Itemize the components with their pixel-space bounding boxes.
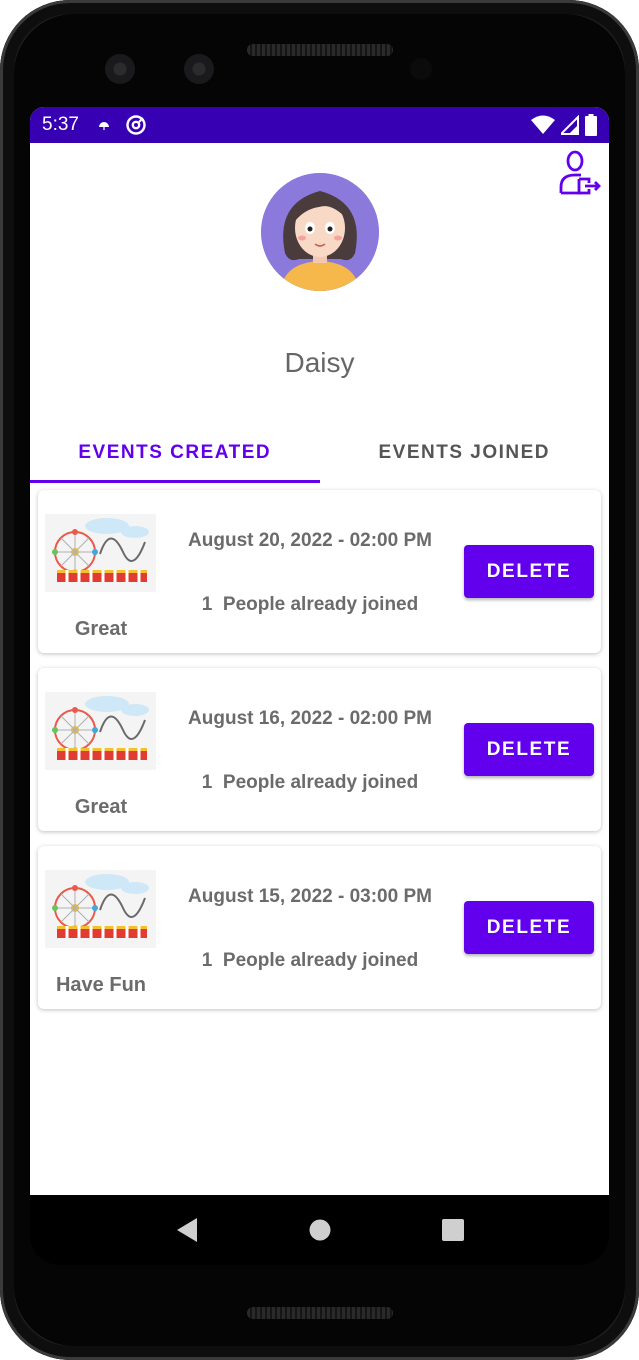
event-name: Great xyxy=(74,796,128,818)
at-sign-icon xyxy=(126,115,146,135)
event-card[interactable]: Have Fun August 15, 2022 - 03:00 PM 1 Pe… xyxy=(38,846,601,1009)
event-date: August 16, 2022 - 02:00 PM xyxy=(188,708,432,729)
home-icon[interactable] xyxy=(300,1210,340,1250)
event-joined-text: 1 People already joined xyxy=(178,950,442,972)
avatar-illustration xyxy=(261,173,379,291)
signal-icon xyxy=(561,115,579,135)
joined-count: 1 xyxy=(201,594,213,615)
back-icon[interactable] xyxy=(167,1210,207,1250)
event-joined-text: 1 People already joined xyxy=(178,772,442,794)
tab-events-joined[interactable]: EVENTS JOINED xyxy=(320,423,610,483)
profile-username: Daisy xyxy=(284,347,355,378)
amusement-park-image xyxy=(45,514,156,592)
status-right-icons xyxy=(531,114,597,136)
event-card[interactable]: Great August 16, 2022 - 02:00 PM 1 Peopl… xyxy=(38,668,601,831)
avatar xyxy=(261,173,379,291)
proximity-sensor xyxy=(410,58,432,80)
battery-icon xyxy=(585,114,597,136)
event-card[interactable]: Great August 20, 2022 - 02:00 PM 1 Peopl… xyxy=(38,490,601,653)
status-bar: 5:37 xyxy=(30,107,609,143)
bottom-speaker xyxy=(247,1307,393,1319)
top-speaker xyxy=(247,44,393,56)
amusement-park-image xyxy=(45,692,156,770)
camera-icon xyxy=(184,54,214,84)
system-navigation-bar xyxy=(30,1195,609,1265)
camera-icon xyxy=(105,54,135,84)
joined-label: People already joined xyxy=(222,950,419,971)
status-left-icons xyxy=(97,114,147,136)
event-date: August 20, 2022 - 02:00 PM xyxy=(188,530,432,551)
recents-icon[interactable] xyxy=(433,1210,473,1250)
tab-bar: EVENTS CREATED EVENTS JOINED xyxy=(30,423,609,483)
weather-icon xyxy=(98,122,109,130)
joined-label: People already joined xyxy=(222,594,419,615)
tab-events-created[interactable]: EVENTS CREATED xyxy=(30,423,320,483)
event-name: Great xyxy=(74,618,128,640)
joined-count: 1 xyxy=(201,772,213,793)
wifi-icon xyxy=(531,115,555,134)
delete-button[interactable]: DELETE xyxy=(464,545,594,598)
joined-label: People already joined xyxy=(222,772,419,793)
app-screen: 5:37 Daisy EVENTS CREATED EVENTS JOINED … xyxy=(30,107,609,1195)
user-logout-icon[interactable] xyxy=(557,149,601,197)
event-date: August 15, 2022 - 03:00 PM xyxy=(188,886,432,907)
joined-count: 1 xyxy=(201,950,213,971)
delete-button[interactable]: DELETE xyxy=(464,723,594,776)
event-name: Have Fun xyxy=(55,974,147,996)
delete-button[interactable]: DELETE xyxy=(464,901,594,954)
event-joined-text: 1 People already joined xyxy=(178,594,442,616)
status-time: 5:37 xyxy=(42,114,79,135)
amusement-park-image xyxy=(45,870,156,948)
